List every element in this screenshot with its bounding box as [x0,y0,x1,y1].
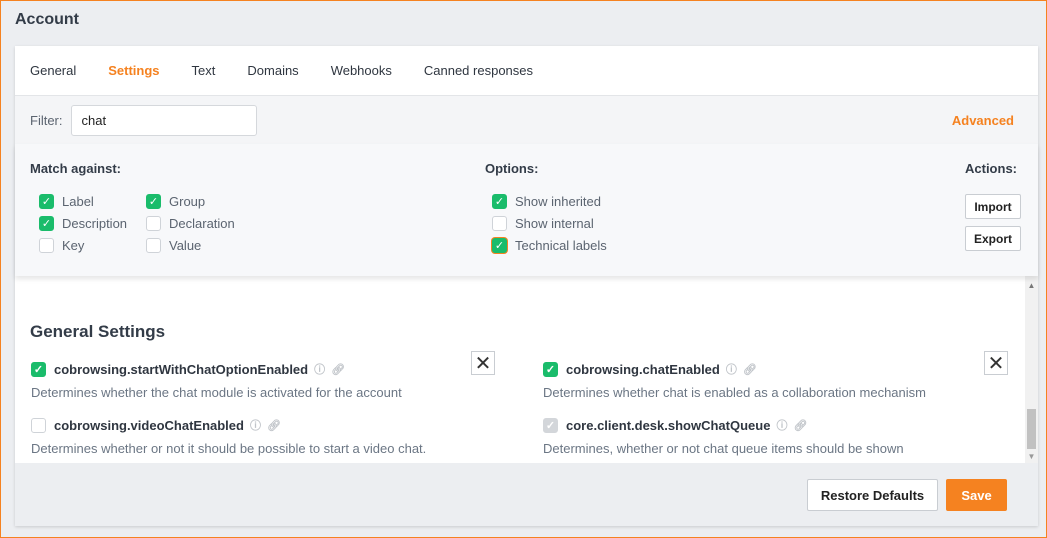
reset-setting-button[interactable]: ✕ [471,351,495,375]
setting-checkbox[interactable]: ✓ [31,361,46,377]
checkbox-checked-icon[interactable]: ✓ [39,194,54,209]
setting-description: Determines whether chat is enabled as a … [543,385,926,400]
filter-bar: Filter: Advanced [15,96,1038,144]
checkbox-label: Value [169,238,202,253]
option-technical-labels-checkbox[interactable]: ✓ Technical labels [492,238,607,253]
checkbox-label: Description [62,216,128,231]
tab-webhooks[interactable]: Webhooks [331,63,392,78]
checkbox-checked-icon[interactable]: ✓ [492,238,507,253]
tab-canned-responses[interactable]: Canned responses [424,63,533,78]
advanced-options-panel: Match against: ✓ Label ✓ Group ✓ Description D… [15,144,1038,276]
info-icon[interactable]: ⓘ [776,417,787,433]
scrollbar-thumb[interactable] [1027,409,1036,449]
tab-bar: General Settings Text Domains Webhooks C… [15,46,1038,96]
setting-item: ✓ cobrowsing.chatEnabled ⓘ 🔗︎ Determines whe… [543,361,926,400]
option-show-internal-checkbox[interactable]: Show internal [492,216,594,231]
match-label-checkbox[interactable]: ✓ Label [39,194,94,209]
checkbox-unchecked-icon[interactable] [146,216,161,231]
footer: Restore Defaults Save [15,463,1038,526]
save-button[interactable]: Save [946,479,1007,511]
checkbox-label: Technical labels [515,238,607,253]
checkbox-unchecked-icon[interactable] [39,238,54,253]
checkbox-label: Label [62,194,94,209]
scrollbar[interactable]: ▲ ▼ [1025,276,1038,463]
setting-item: ✓ cobrowsing.startWithChatOptionEnabled ⓘ 🔗… [31,361,402,400]
tab-settings[interactable]: Settings [108,63,159,78]
setting-item: cobrowsing.videoChatEnabled ⓘ 🔗︎ Determines… [31,417,426,456]
info-icon[interactable]: ⓘ [726,361,737,377]
link-icon[interactable]: 🔗︎ [267,419,281,432]
setting-description: Determines whether the chat module is ac… [31,385,402,400]
setting-key: cobrowsing.startWithChatOptionEnabled [54,361,309,377]
actions-heading: Actions: [965,161,1017,176]
filter-label: Filter: [30,112,63,128]
scroll-up-icon[interactable]: ▲ [1025,281,1038,290]
setting-checkbox[interactable]: ✓ [543,361,558,377]
settings-list: General Settings ✓ cobrowsing.startWithCh… [15,289,1025,463]
setting-description: Determines, whether or not chat queue it… [543,441,904,456]
section-title: General Settings [30,322,166,341]
match-value-checkbox[interactable]: Value [146,238,201,253]
filter-input[interactable] [70,104,257,136]
setting-description: Determines whether or not it should be p… [31,441,427,456]
advanced-link[interactable]: Advanced [952,113,1014,128]
tab-domains[interactable]: Domains [247,63,298,78]
setting-checkbox[interactable] [31,417,46,433]
checkbox-label: Key [62,238,85,253]
settings-card: General Settings Text Domains Webhooks C… [15,46,1038,526]
link-icon[interactable]: 🔗︎ [331,363,345,376]
options-heading: Options: [485,161,539,176]
checkbox-checked-icon[interactable]: ✓ [146,194,161,209]
option-show-inherited-checkbox[interactable]: ✓ Show inherited [492,194,601,209]
scroll-down-icon[interactable]: ▼ [1025,452,1038,461]
export-button[interactable]: Export [965,226,1021,251]
setting-key: cobrowsing.videoChatEnabled [54,417,244,433]
import-button[interactable]: Import [965,194,1021,219]
checkbox-checked-icon[interactable]: ✓ [39,216,54,231]
window: Account General Settings Text Domains We… [0,0,1047,538]
reset-setting-button[interactable]: ✕ [984,351,1008,375]
checkbox-label: Show internal [515,216,594,231]
match-description-checkbox[interactable]: ✓ Description [39,216,127,231]
setting-key: core.client.desk.showChatQueue [566,417,771,433]
checkbox-label: Declaration [169,216,235,231]
match-heading: Match against: [30,161,122,176]
setting-key: cobrowsing.chatEnabled [566,361,720,377]
restore-defaults-button[interactable]: Restore Defaults [807,479,938,511]
tab-general[interactable]: General [30,63,76,78]
tab-text[interactable]: Text [192,63,216,78]
page-title: Account [15,11,79,28]
checkbox-label: Group [169,194,206,209]
link-icon[interactable]: 🔗︎ [793,419,807,432]
checkbox-unchecked-icon[interactable] [146,238,161,253]
setting-checkbox: ✓ [543,417,558,433]
checkbox-checked-icon[interactable]: ✓ [492,194,507,209]
checkbox-label: Show inherited [515,194,601,209]
match-group-checkbox[interactable]: ✓ Group [146,194,205,209]
match-declaration-checkbox[interactable]: Declaration [146,216,235,231]
info-icon[interactable]: ⓘ [314,361,325,377]
checkbox-unchecked-icon[interactable] [492,216,507,231]
setting-item: ✓ core.client.desk.showChatQueue ⓘ 🔗︎ Determ… [543,417,904,456]
link-icon[interactable]: 🔗︎ [743,363,757,376]
match-key-checkbox[interactable]: Key [39,238,84,253]
info-icon[interactable]: ⓘ [250,417,261,433]
